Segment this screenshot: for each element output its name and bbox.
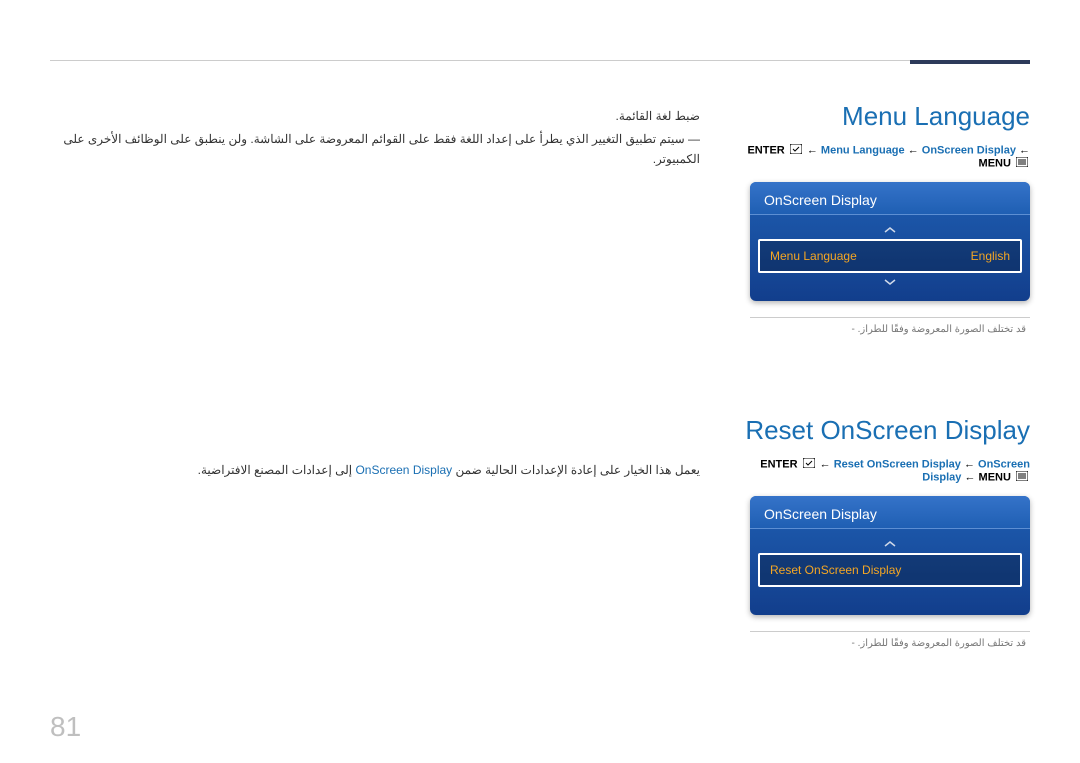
chevron-down-icon[interactable] xyxy=(758,273,1022,291)
note-menu-language: قد تختلف الصورة المعروضة وفقًا للطراز. xyxy=(750,324,1030,335)
page-number: 81 xyxy=(50,711,81,743)
right-column: Menu Language ENTER ← Menu Language ← On… xyxy=(740,91,1030,649)
left-column: ضبط لغة القائمة. ― سيتم تطبيق التغيير ال… xyxy=(50,91,700,649)
divider xyxy=(750,317,1030,318)
section-title-reset-osd: Reset OnScreen Display xyxy=(745,415,1030,446)
reset-text-suffix: إلى إعدادات المصنع الافتراضية. xyxy=(198,463,356,477)
bc-arrow-6: ← xyxy=(964,471,975,483)
bc-menu-2: MENU xyxy=(979,471,1011,483)
bc-arrow-2: ← xyxy=(908,144,919,156)
top-rule xyxy=(50,60,1030,61)
osd-row-label-2: Reset OnScreen Display xyxy=(770,563,901,577)
bc-menu-lang: Menu Language xyxy=(821,144,905,156)
osd-panel-menu-language: OnScreen Display Menu Language English xyxy=(750,182,1030,301)
note-reset-osd: قد تختلف الصورة المعروضة وفقًا للطراز. xyxy=(750,638,1030,649)
osd-row-label: Menu Language xyxy=(770,249,857,263)
bc-arrow-4: ← xyxy=(820,458,831,470)
top-accent-bar xyxy=(910,60,1030,64)
bc-arrow-3: ← xyxy=(1019,144,1030,156)
section-title-menu-language: Menu Language xyxy=(842,101,1030,132)
menu-icon xyxy=(1016,157,1028,170)
arabic-body-reset: يعمل هذا الخيار على إعادة الإعدادات الحا… xyxy=(50,460,700,480)
osd-header-2: OnScreen Display xyxy=(750,496,1030,529)
divider-2 xyxy=(750,631,1030,632)
bc-arrow-1: ← xyxy=(807,144,818,156)
arabic-heading-menu-lang: ضبط لغة القائمة. xyxy=(50,109,700,123)
bc-menu: MENU xyxy=(979,157,1011,169)
breadcrumb-reset-osd: ENTER ← Reset OnScreen Display ← OnScree… xyxy=(740,458,1030,484)
osd-header: OnScreen Display xyxy=(750,182,1030,215)
breadcrumb-menu-language: ENTER ← Menu Language ← OnScreen Display… xyxy=(740,144,1030,170)
bc-onscreen: OnScreen Display xyxy=(922,144,1016,156)
chevron-up-icon[interactable] xyxy=(758,221,1022,239)
menu-icon xyxy=(1016,471,1028,484)
bc-enter-2: ENTER xyxy=(760,458,797,470)
bc-reset: Reset OnScreen Display xyxy=(834,458,961,470)
arabic-body-menu-lang: ― سيتم تطبيق التغيير الذي يطرأ على إعداد… xyxy=(50,129,700,170)
osd-panel-reset: OnScreen Display Reset OnScreen Display xyxy=(750,496,1030,615)
osd-row-value: English xyxy=(971,249,1010,263)
enter-icon xyxy=(803,458,815,471)
osd-row-menu-language[interactable]: Menu Language English xyxy=(758,239,1022,273)
bc-arrow-5: ← xyxy=(964,458,975,470)
osd-row-reset[interactable]: Reset OnScreen Display xyxy=(758,553,1022,587)
reset-highlight: OnScreen Display xyxy=(355,463,452,477)
reset-text-prefix: يعمل هذا الخيار على إعادة الإعدادات الحا… xyxy=(452,463,700,477)
chevron-up-icon[interactable] xyxy=(758,535,1022,553)
arabic-body-text: سيتم تطبيق التغيير الذي يطرأ على إعداد ا… xyxy=(63,132,700,166)
bc-enter: ENTER xyxy=(747,144,784,156)
enter-icon xyxy=(790,144,802,157)
arabic-body-dash: ― xyxy=(688,132,700,146)
